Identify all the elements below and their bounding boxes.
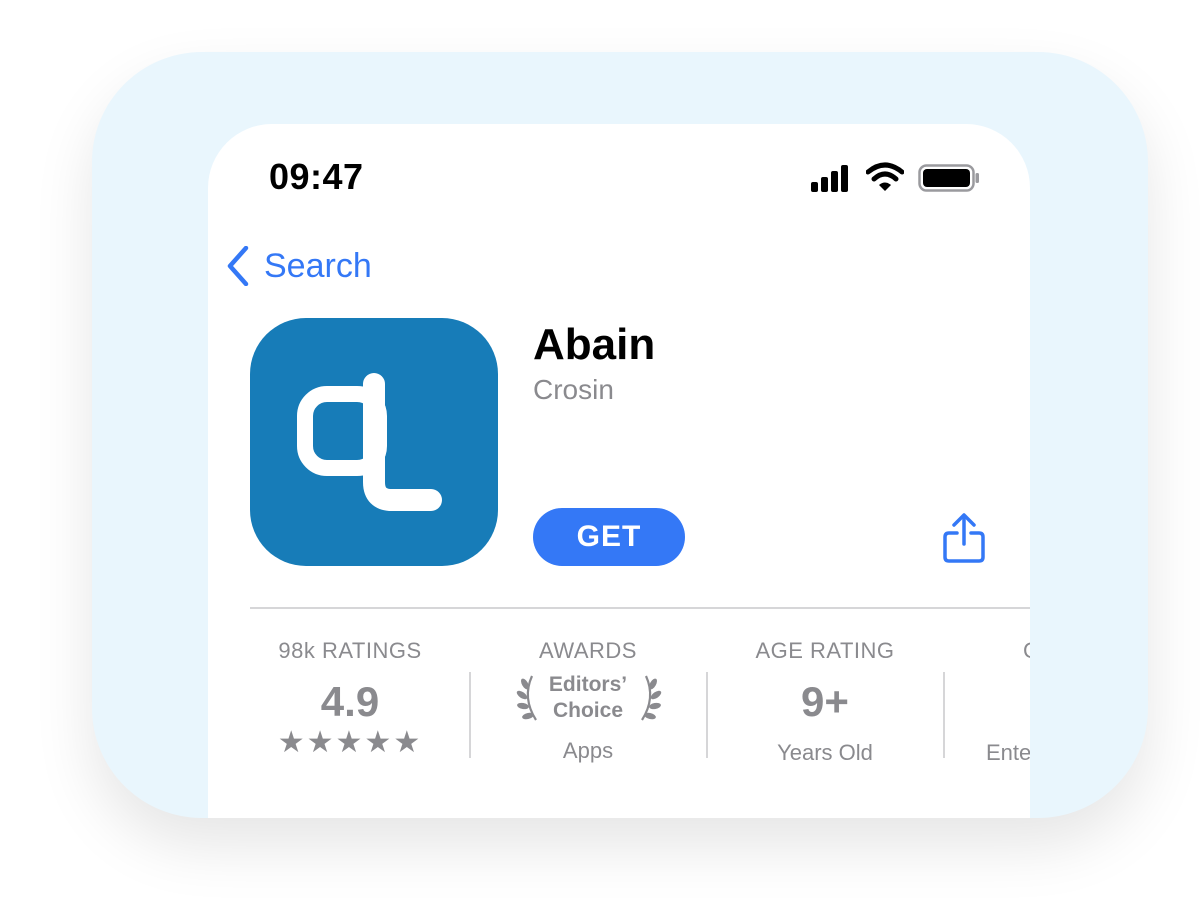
rating-value: 4.9 [320,678,380,725]
back-label: Search [264,246,372,285]
wifi-icon [866,162,904,191]
share-icon [943,513,985,563]
star-rating-icon: ★★★★★ [277,726,423,759]
laurel-right-icon [641,675,662,721]
age-rating-sub: Years Old [777,740,873,765]
chevron-left-icon [227,246,249,286]
share-button[interactable] [942,512,986,564]
age-rating-section[interactable]: AGE RATING 9+ Years Old [707,630,943,766]
signal-icon [811,165,848,192]
ratings-section[interactable]: 98k RATINGS 4.9 ★★★★★ [232,630,468,758]
get-button[interactable]: GET [533,508,685,566]
battery-icon [918,164,979,192]
age-rating-value: 9+ [801,678,849,725]
app-developer[interactable]: Crosin [533,374,614,406]
awards-section[interactable]: AWARDS Editors’ Choice Apps [470,630,706,764]
category-sub: Ente [986,740,1030,765]
award-badge: Editors’ Choice [470,668,706,730]
back-button[interactable]: Search [226,246,372,286]
age-rating-header: AGE RATING [755,638,895,663]
app-name: Abain [533,320,656,369]
app-logo-icon [297,373,442,511]
award-line1: Editors’ [548,673,628,696]
phone-screen: 09:47 Search Abain Crosin GET 98k RATING… [208,124,1030,818]
background-card: 09:47 Search Abain Crosin GET 98k RATING… [92,52,1148,818]
award-category: Apps [562,738,614,763]
category-header: C [944,638,1030,664]
info-row: 98k RATINGS 4.9 ★★★★★ AWARDS Editors’ Ch… [208,630,1030,790]
status-time: 09:47 [269,156,364,197]
app-icon[interactable] [250,318,498,566]
awards-header: AWARDS [539,638,637,663]
award-line2: Choice [552,699,623,722]
ratings-header: 98k RATINGS [278,638,422,663]
divider [250,607,1030,609]
category-section[interactable]: C Ente [944,630,1030,766]
